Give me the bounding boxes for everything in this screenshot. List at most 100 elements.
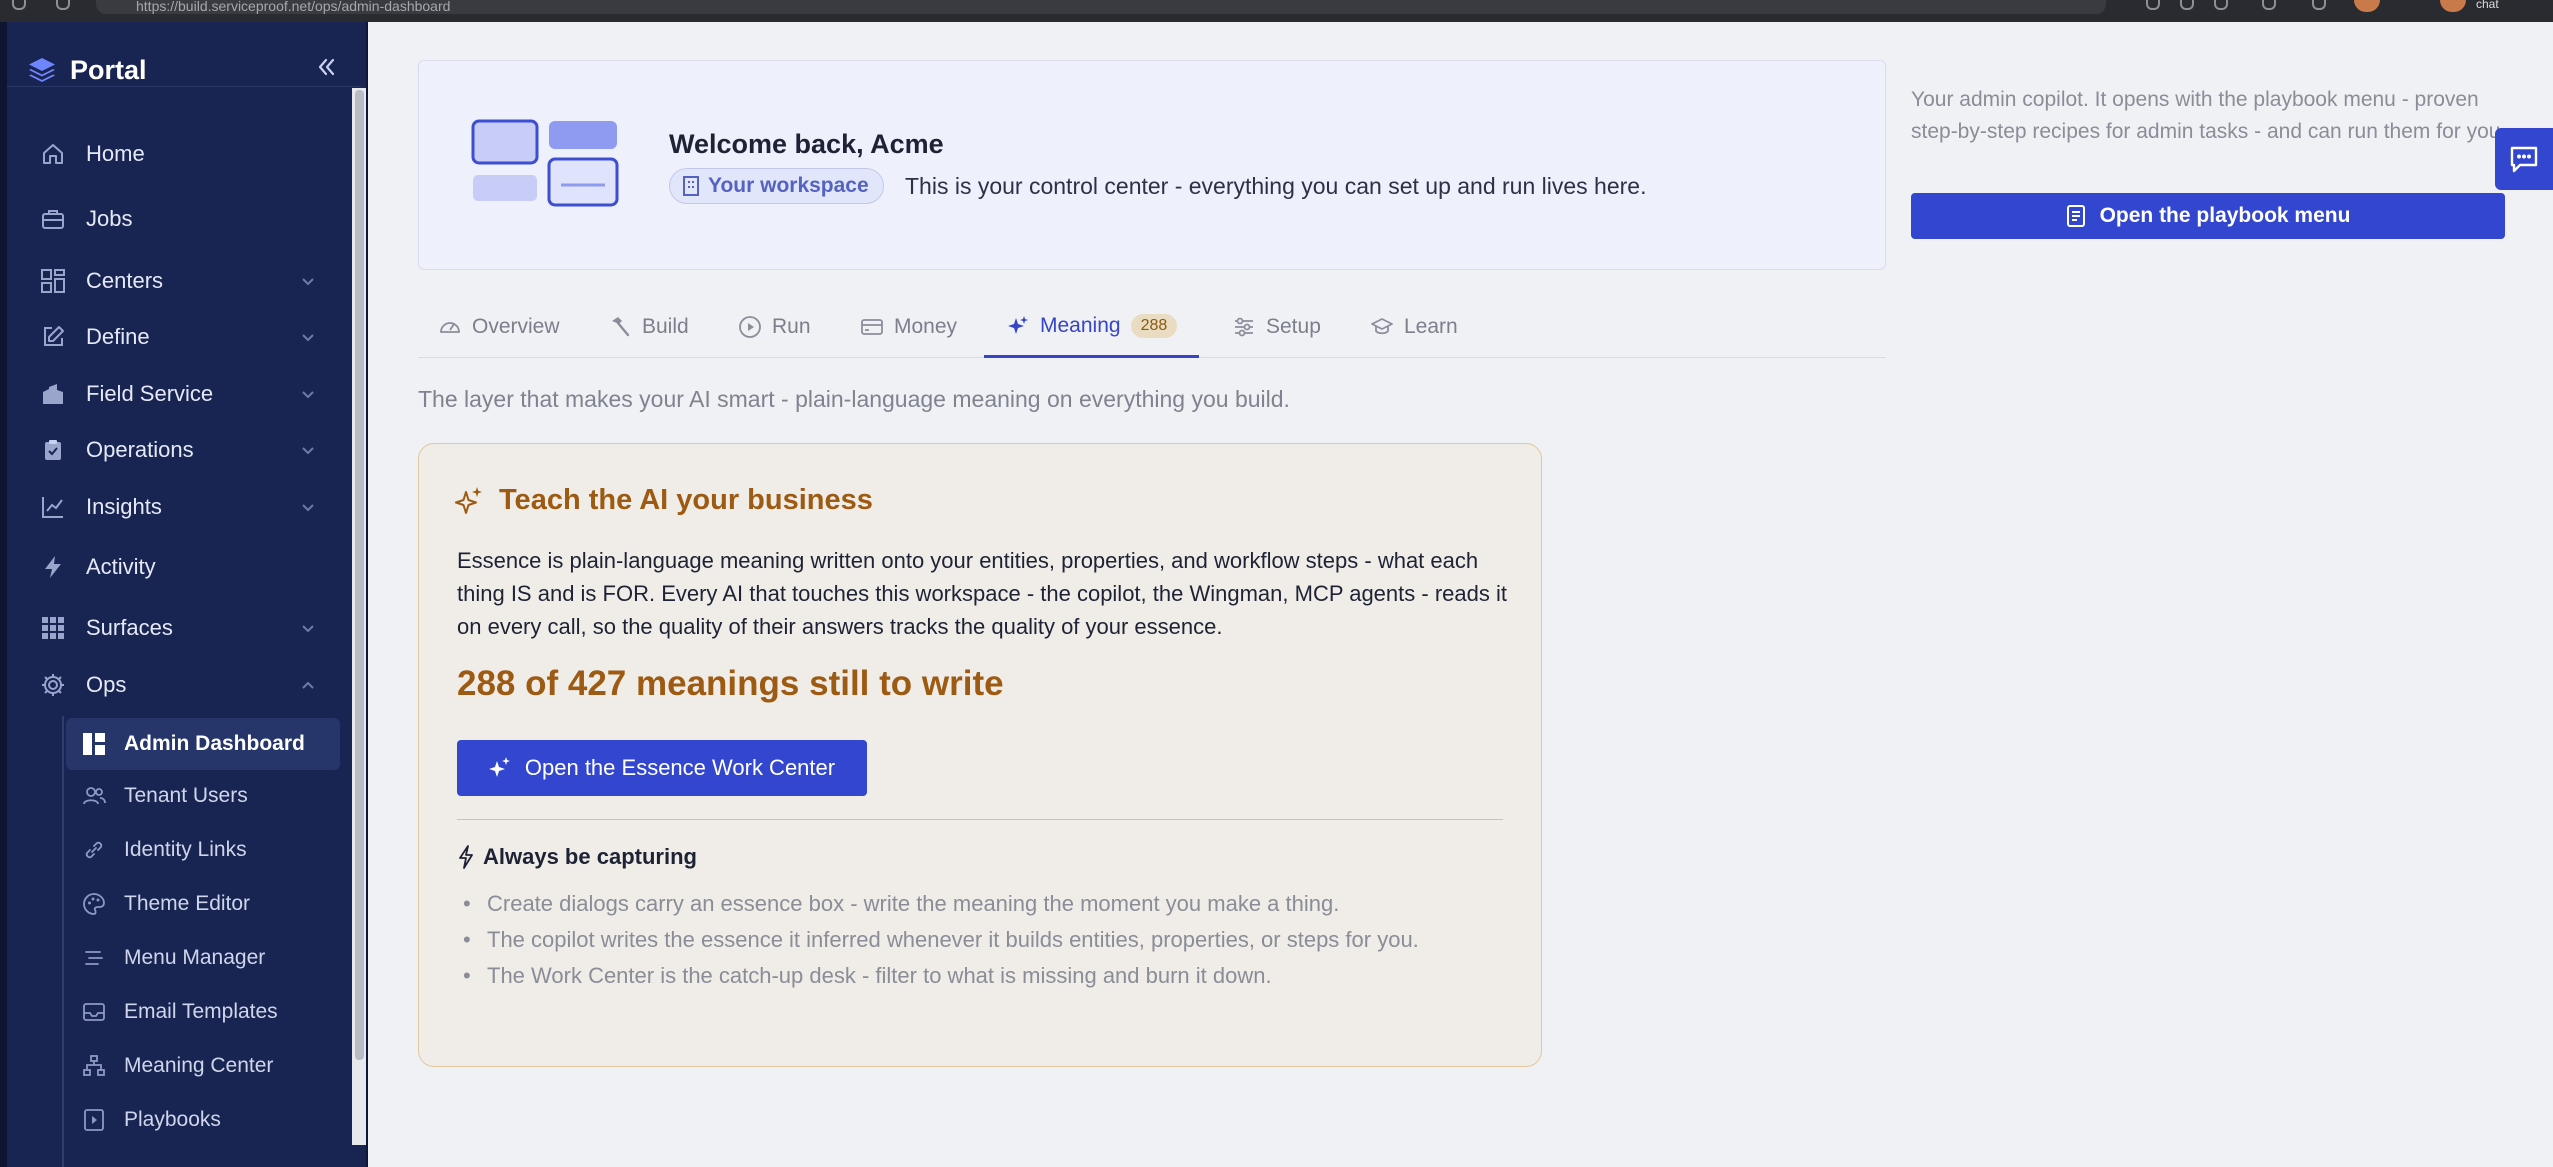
tab-overview[interactable]: Overview [438,296,560,358]
open-essence-work-center-button[interactable]: Open the Essence Work Center [457,740,867,796]
chevron-down-icon [302,504,314,512]
teach-title-text: Teach the AI your business [499,484,873,516]
search-icon[interactable] [2146,0,2160,10]
chevron-down-icon [302,334,314,342]
users-icon [82,784,106,808]
layers-logo-icon [29,58,55,82]
essence-description: Essence is plain-language meaning writte… [457,548,1507,639]
tab-learn[interactable]: Learn [1370,296,1458,358]
ops-tree-line [62,716,64,1167]
welcome-title: Welcome back, Acme [669,129,944,159]
document-icon [2066,205,2085,227]
tab-label: Meaning [1040,313,1121,337]
sidebar-subitem-label: Meaning Center [124,1054,274,1077]
account-avatar[interactable] [2440,0,2466,12]
meanings-remaining-count: 288 of 427 meanings still to write [457,664,1004,703]
workspace-badge: Your workspace [669,168,884,204]
dashboard-icon [82,732,106,756]
tab-label: Build [642,315,689,338]
sidebar-item-define[interactable]: Define [38,317,338,357]
star-icon[interactable] [2214,0,2228,10]
chat-icon [2510,146,2538,173]
sidebar-item-insights[interactable]: Insights [38,487,338,527]
playbook-icon [82,1108,106,1132]
sidebar-item-tenant-users[interactable]: Tenant Users [66,770,340,822]
sidebar-item-label: Insights [86,494,162,519]
tab-run[interactable]: Run [738,296,811,358]
meaning-count-badge: 288 [1130,313,1178,338]
reload-icon[interactable] [56,0,70,10]
sidebar-item-playbooks[interactable]: Playbooks [66,1094,340,1146]
home-icon [38,139,68,169]
teach-title: Teach the AI your business [455,484,873,517]
back-icon[interactable] [12,0,26,10]
meaning-tagline: The layer that makes your AI smart - pla… [418,386,1290,412]
chevron-down-icon [302,278,314,286]
profile-icon[interactable] [2354,0,2380,12]
sparkles-icon [1008,315,1028,334]
tab-label: Learn [1404,315,1458,338]
list-item: Create dialogs carry an essence box - wr… [463,886,1497,922]
dashboard-tabs: Overview Build Run Money Meaning 288 Set… [418,296,1886,358]
address-bar[interactable]: https://build.serviceproof.net/ops/admin… [96,0,2106,14]
sidebar-item-jobs[interactable]: Jobs [38,199,338,239]
copilot-description: Your admin copilot. It opens with the pl… [1911,88,2507,143]
sliders-icon [1235,317,1253,337]
edit-icon [38,322,68,352]
capture-list: Create dialogs carry an essence box - wr… [463,886,1497,994]
share-icon[interactable] [2180,0,2194,10]
tab-label: Overview [472,315,560,338]
sidebar-item-label: Surfaces [86,615,173,640]
sidebar-item-admin-dashboard[interactable]: Admin Dashboard [66,718,340,770]
sidebar-item-activity[interactable]: Activity [38,547,338,587]
gauge-icon [440,322,460,333]
sidebar-item-surfaces[interactable]: Surfaces [38,608,338,648]
tab-meaning[interactable]: Meaning 288 [984,296,1200,358]
sidebar-item-identity-links[interactable]: Identity Links [66,824,340,876]
sidebar-item-operations[interactable]: Operations [38,430,338,470]
tab-build[interactable]: Build [608,296,689,358]
sidebar-item-ops[interactable]: Ops [38,665,338,705]
palette-icon [82,892,106,916]
collapse-sidebar-icon[interactable] [312,52,340,82]
menu-icon [82,946,106,970]
capture-heading: Always be capturing [457,844,697,870]
hierarchy-icon [82,1054,106,1078]
list-item: The Work Center is the catch-up desk - f… [463,958,1497,994]
teach-ai-card: Teach the AI your business Essence is pl… [418,443,1542,1067]
welcome-subtitle: This is your control center - everything… [905,173,1647,199]
open-playbook-menu-button[interactable]: Open the playbook menu [1911,193,2505,239]
link-icon [82,838,106,862]
tab-label: Run [772,315,811,338]
sidebar-item-email-templates[interactable]: Email Templates [66,986,340,1038]
sidebar-item-meaning-center[interactable]: Meaning Center [66,1040,340,1092]
card-divider [457,819,1503,820]
sidebar-item-theme-editor[interactable]: Theme Editor [66,878,340,930]
sidebar-item-label: Operations [86,437,194,462]
capture-heading-text: Always be capturing [483,844,697,869]
sidebar-subitem-label: Email Templates [124,1000,278,1023]
sidebar-item-menu-manager[interactable]: Menu Manager [66,932,340,984]
play-circle-icon [739,316,761,338]
extensions-icon[interactable] [2262,0,2276,10]
sidebar-subitem-label: Tenant Users [124,784,248,807]
sidebar-item-centers[interactable]: Centers [38,261,338,301]
bolt-icon [38,552,68,582]
sidebar-subitem-label: Menu Manager [124,946,266,969]
sidebar-scrollbar-thumb[interactable] [355,90,364,1060]
sidebar-item-label: Ops [86,672,127,697]
sidebar-item-field-service[interactable]: Field Service [38,374,338,414]
sidebar-subitem-label: Identity Links [124,838,247,861]
tab-label: Setup [1266,315,1321,338]
brand[interactable]: Portal [26,50,147,90]
history-icon[interactable] [2312,0,2326,10]
sidebar-item-label: Centers [86,268,164,293]
sidebar-item-home[interactable]: Home [38,134,338,174]
chevron-down-icon [302,447,314,455]
chat-button[interactable] [2495,128,2553,190]
brand-name: Portal [70,54,147,85]
grid-icon [38,266,68,296]
tab-setup[interactable]: Setup [1232,296,1321,358]
tab-money[interactable]: Money [860,296,957,358]
chevron-down-icon [302,391,314,399]
